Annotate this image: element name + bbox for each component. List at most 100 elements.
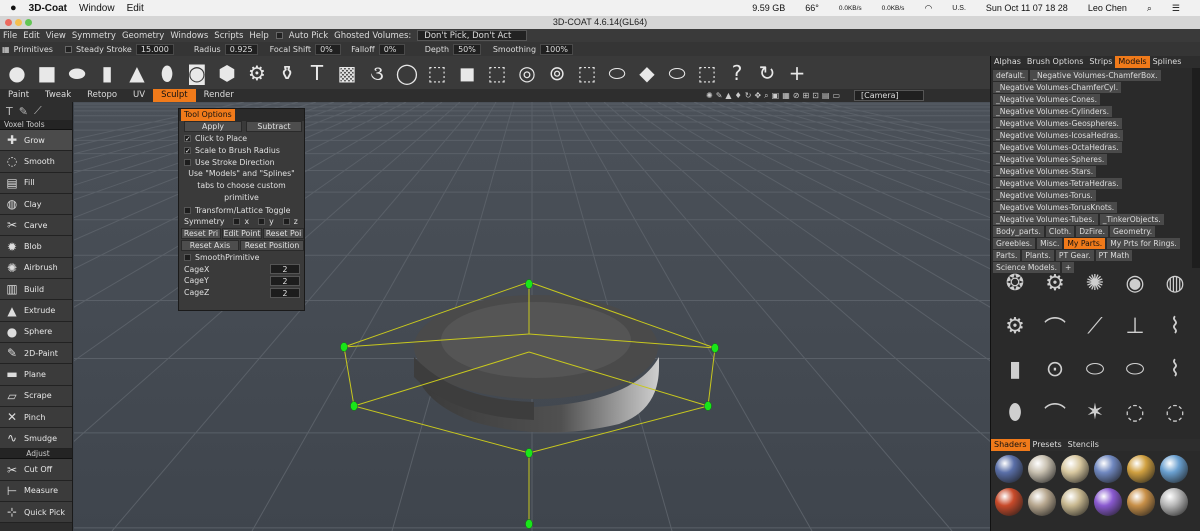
room-render[interactable]: Render [196, 89, 242, 102]
gear-icon[interactable]: ⚙ [244, 60, 270, 86]
model-folder[interactable]: PT Gear. [1055, 250, 1094, 261]
vase-icon[interactable]: ⚱ [274, 60, 300, 86]
steady-stroke-field[interactable]: 15.000 [135, 43, 174, 55]
adjust-header[interactable]: Adjust [0, 449, 72, 460]
tool-clay[interactable]: ◍ Clay [0, 193, 72, 216]
tool-grow[interactable]: ✚ Grow [0, 130, 72, 152]
pen-icon[interactable]: ✎ [716, 91, 723, 100]
falloff-field[interactable]: 0% [378, 43, 405, 55]
menu-geometry[interactable]: Geometry [122, 31, 164, 41]
shader-ball-icon[interactable] [1094, 455, 1122, 483]
model-folder[interactable]: Body_parts. [993, 226, 1044, 237]
ring-icon[interactable]: ◎ [514, 60, 540, 86]
shader-ball-icon[interactable] [1127, 455, 1155, 483]
model-folder[interactable]: _Negative Volumes-Cones. [993, 94, 1101, 105]
scale-to-brush-checkbox[interactable]: ✓ [184, 146, 191, 154]
sym-x-checkbox[interactable] [233, 218, 241, 226]
model-folder[interactable]: Misc. [1037, 238, 1063, 249]
image-icon[interactable]: ▩ [334, 60, 360, 86]
shader-ball-icon[interactable] [1028, 455, 1056, 483]
bead-ring-model-icon[interactable]: ◌ [1115, 391, 1155, 434]
auto-pick-checkbox[interactable] [275, 32, 283, 39]
cage-z-field[interactable]: 2 [270, 287, 300, 298]
user-menu[interactable]: Leo Chen [1088, 3, 1127, 13]
redo-icon[interactable]: ↻ [754, 60, 780, 86]
model-folder[interactable]: _Negative Volumes-TetraHedras. [993, 178, 1122, 189]
datetime-status[interactable]: Sun Oct 11 07 18 28 [986, 3, 1068, 13]
tool-fill[interactable]: ▤ Fill [0, 172, 72, 194]
shader-ball-icon[interactable] [1061, 488, 1089, 516]
toggle-icon[interactable]: ▭ [832, 91, 840, 100]
text-icon[interactable]: T [304, 60, 330, 86]
transform-toggle-checkbox[interactable] [184, 206, 191, 214]
apple-icon[interactable]: ● [10, 2, 17, 14]
model-folder[interactable]: _Negative Volumes-ChamferCyl. [993, 82, 1122, 93]
dome-model-icon[interactable]: ⊙ [1035, 348, 1075, 391]
snap-icon[interactable]: ⊡ [812, 91, 819, 100]
bolt-model-icon[interactable]: ⟋ [1075, 305, 1115, 348]
apply-button[interactable]: Apply [184, 121, 242, 133]
radius-field[interactable]: 0.925 [224, 43, 258, 55]
tab-brush-options[interactable]: Brush Options [1024, 56, 1087, 68]
room-uv[interactable]: UV [125, 89, 153, 102]
rotate-icon[interactable]: ↻ [745, 91, 752, 100]
torus-model-icon[interactable]: ◉ [1115, 262, 1155, 305]
cage-x-field[interactable]: 2 [270, 264, 300, 275]
model-folder[interactable]: _Negative Volumes-Tubes. [993, 214, 1098, 225]
sym-z-checkbox[interactable] [282, 218, 290, 226]
menu-symmetry[interactable]: Symmetry [72, 31, 116, 41]
ngon-icon[interactable]: ⬢ [214, 60, 240, 86]
ring-gear-model-icon[interactable]: ❂ [995, 262, 1035, 305]
shader-ball-icon[interactable] [1160, 455, 1188, 483]
tool-cut-off[interactable]: ✂ Cut Off [0, 459, 72, 481]
tool-carve[interactable]: ✂ Carve [0, 215, 72, 237]
tube-model-icon[interactable]: ▮ [995, 348, 1035, 391]
ghosted-volumes-select[interactable]: Don't Pick, Don't Act [417, 30, 528, 41]
mirror-icon[interactable]: ⊞ [802, 91, 809, 100]
model-folder[interactable]: _Negative Volumes-Spheres. [993, 154, 1108, 165]
model-folder[interactable]: My Parts. [1064, 238, 1106, 249]
bead-loop-model-icon[interactable]: ◌ [1155, 391, 1195, 434]
tab-alphas[interactable]: Alphas [991, 56, 1024, 68]
block-icon[interactable]: ⊘ [793, 91, 800, 100]
notification-icon[interactable]: ☰ [1172, 3, 1180, 14]
cube-wire-4-icon[interactable]: ⬚ [694, 60, 720, 86]
mode-select[interactable]: Subtract [246, 121, 302, 133]
star-model-icon[interactable]: ✶ [1075, 391, 1115, 434]
tire-model-icon[interactable]: ⚙ [995, 305, 1035, 348]
tab-stencils[interactable]: Stencils [1065, 439, 1102, 451]
ring-model-icon[interactable]: ◍ [1155, 262, 1195, 305]
cylinder-icon[interactable]: ▮ [94, 60, 120, 86]
drop-icon[interactable]: ♦ [735, 91, 742, 100]
menu-help[interactable]: Help [249, 31, 268, 41]
hook-model-icon[interactable]: ⌇ [1155, 348, 1195, 391]
pin-model-icon[interactable]: ⊥ [1115, 305, 1155, 348]
text-tool-icon[interactable]: T [6, 105, 13, 118]
use-stroke-dir-checkbox[interactable] [184, 158, 191, 166]
gear-model-icon[interactable]: ⚙ [1035, 262, 1075, 305]
reset-position-button[interactable]: Reset Position [240, 239, 304, 251]
model-folder[interactable]: _Negative Volumes-Stars. [993, 166, 1097, 177]
spotlight-icon[interactable]: ⌕ [1147, 3, 1152, 14]
click-to-place-checkbox[interactable]: ✓ [184, 135, 191, 143]
cage-y-field[interactable]: 2 [270, 275, 300, 286]
tool-smudge[interactable]: ∿ Smudge [0, 428, 72, 450]
zoom-icon[interactable]: ⌕ [764, 91, 768, 101]
tool-sphere[interactable]: ● Sphere [0, 321, 72, 343]
shader-ball-icon[interactable] [1127, 488, 1155, 516]
menu-edit[interactable]: Edit [23, 31, 39, 41]
cube-icon[interactable]: ■ [34, 60, 60, 86]
frame-icon[interactable]: ▣ [772, 91, 780, 100]
edit-point-button[interactable]: Edit Point [222, 228, 262, 240]
curl-model-icon[interactable]: ⌒ [1035, 305, 1075, 348]
light-icon[interactable]: ✺ [706, 91, 713, 100]
model-folder[interactable]: _Negative Volumes-IcosaHedras. [993, 130, 1124, 141]
brush-tool-icon[interactable]: ✎ [19, 105, 28, 118]
fill-icon[interactable]: ▲ [725, 91, 731, 100]
close-window-button[interactable] [5, 19, 12, 26]
question-icon[interactable]: ? [724, 60, 750, 86]
disk-2-icon[interactable]: ⬭ [664, 60, 690, 86]
cone-icon[interactable]: ▲ [124, 60, 150, 86]
tool-2d-paint[interactable]: ✎ 2D-Paint [0, 342, 72, 365]
locale-status[interactable]: U.S. [952, 5, 966, 12]
